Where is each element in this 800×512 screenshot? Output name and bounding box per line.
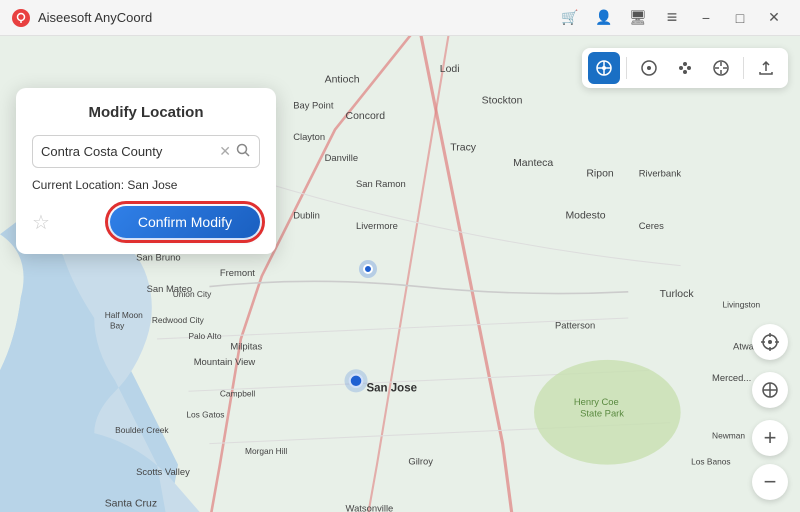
svg-text:Modesto: Modesto: [565, 211, 605, 222]
svg-text:Newman: Newman: [712, 430, 745, 440]
search-clear-button[interactable]: ✕: [219, 143, 231, 160]
svg-text:Bay Point: Bay Point: [293, 100, 334, 111]
svg-text:Gilroy: Gilroy: [408, 456, 433, 467]
map-container[interactable]: Henry Coe State Park Lodi Antioch Bay Po…: [0, 36, 800, 512]
teleport-tool-button[interactable]: [588, 52, 620, 84]
export-button[interactable]: [750, 52, 782, 84]
svg-text:Manteca: Manteca: [513, 158, 553, 169]
search-icon-button[interactable]: [235, 142, 251, 161]
current-location-value: San Jose: [127, 178, 177, 192]
svg-text:Danville: Danville: [325, 152, 358, 163]
svg-text:Merced...: Merced...: [712, 372, 751, 383]
svg-text:Morgan Hill: Morgan Hill: [245, 446, 287, 456]
svg-text:Lodi: Lodi: [440, 64, 460, 75]
svg-text:Milpitas: Milpitas: [230, 340, 262, 351]
window-controls: 🛒 👤 🖥 ≡ − □ ✕: [556, 4, 788, 32]
svg-text:Fremont: Fremont: [220, 267, 255, 278]
svg-text:Mountain View: Mountain View: [194, 356, 256, 367]
favorite-button[interactable]: ☆: [32, 210, 50, 235]
svg-text:Union City: Union City: [173, 289, 212, 299]
map-zoom-controls: + −: [752, 324, 788, 500]
maximize-button[interactable]: □: [726, 4, 754, 32]
monitor-button[interactable]: 🖥: [624, 4, 652, 32]
svg-text:Henry Coe: Henry Coe: [574, 396, 619, 407]
svg-text:Boulder Creek: Boulder Creek: [115, 425, 169, 435]
current-location-display: Current Location: San Jose: [32, 178, 260, 192]
location-search-input[interactable]: [41, 144, 219, 159]
svg-text:Campbell: Campbell: [220, 389, 255, 399]
titlebar: Aiseesoft AnyCoord 🛒 👤 🖥 ≡ − □ ✕: [0, 0, 800, 36]
svg-text:Livingston: Livingston: [723, 300, 761, 310]
modify-location-panel: Modify Location ✕ Current Location: San …: [16, 88, 276, 254]
location-pin: [359, 260, 377, 278]
joystick-button[interactable]: [705, 52, 737, 84]
zoom-out-button[interactable]: −: [752, 464, 788, 500]
single-spot-button[interactable]: [633, 52, 665, 84]
app-title: Aiseesoft AnyCoord: [38, 10, 556, 25]
pin-inner-dot: [363, 264, 373, 274]
svg-text:Bay: Bay: [110, 320, 125, 330]
search-bar: ✕: [32, 135, 260, 168]
svg-text:Watsonville: Watsonville: [346, 503, 394, 512]
svg-text:San Jose: San Jose: [366, 382, 417, 394]
location-crosshair-button[interactable]: [752, 324, 788, 360]
profile-button[interactable]: 👤: [590, 4, 618, 32]
svg-text:Scotts Valley: Scotts Valley: [136, 466, 190, 477]
svg-text:Riverbank: Riverbank: [639, 168, 682, 179]
svg-text:Stockton: Stockton: [482, 95, 523, 106]
svg-text:Antioch: Antioch: [325, 74, 360, 85]
svg-text:Ceres: Ceres: [639, 220, 664, 231]
multi-spot-button[interactable]: [669, 52, 701, 84]
current-location-label: Current Location:: [32, 178, 124, 192]
svg-text:Clayton: Clayton: [293, 131, 325, 142]
svg-text:Half Moon: Half Moon: [105, 310, 143, 320]
pin-outer-ring: [359, 260, 377, 278]
zoom-in-button[interactable]: +: [752, 420, 788, 456]
svg-text:Santa Cruz: Santa Cruz: [105, 498, 157, 509]
svg-text:Los Banos: Los Banos: [691, 457, 731, 467]
target-button[interactable]: [752, 372, 788, 408]
svg-text:San Ramon: San Ramon: [356, 178, 406, 189]
svg-text:Livermore: Livermore: [356, 220, 398, 231]
app-icon: [12, 9, 30, 27]
svg-text:Tracy: Tracy: [450, 142, 477, 153]
svg-text:Dublin: Dublin: [293, 210, 320, 221]
cart-button[interactable]: 🛒: [556, 4, 584, 32]
panel-actions: ☆ Confirm Modify: [32, 206, 260, 238]
svg-text:Redwood City: Redwood City: [152, 315, 205, 325]
minimize-button[interactable]: −: [692, 4, 720, 32]
menu-button[interactable]: ≡: [658, 4, 686, 32]
svg-text:Los Gatos: Los Gatos: [186, 409, 224, 419]
map-toolbar: [582, 48, 788, 88]
confirm-modify-button[interactable]: Confirm Modify: [110, 206, 260, 238]
svg-text:Concord: Concord: [346, 111, 386, 122]
svg-text:Turlock: Turlock: [660, 289, 695, 300]
panel-title: Modify Location: [32, 104, 260, 121]
svg-text:State Park: State Park: [580, 407, 624, 418]
svg-text:Ripon: Ripon: [586, 169, 614, 180]
toolbar-separator-2: [743, 57, 744, 79]
svg-text:Palo Alto: Palo Alto: [188, 331, 221, 341]
close-button[interactable]: ✕: [760, 4, 788, 32]
svg-text:Patterson: Patterson: [555, 319, 595, 330]
toolbar-separator: [626, 57, 627, 79]
